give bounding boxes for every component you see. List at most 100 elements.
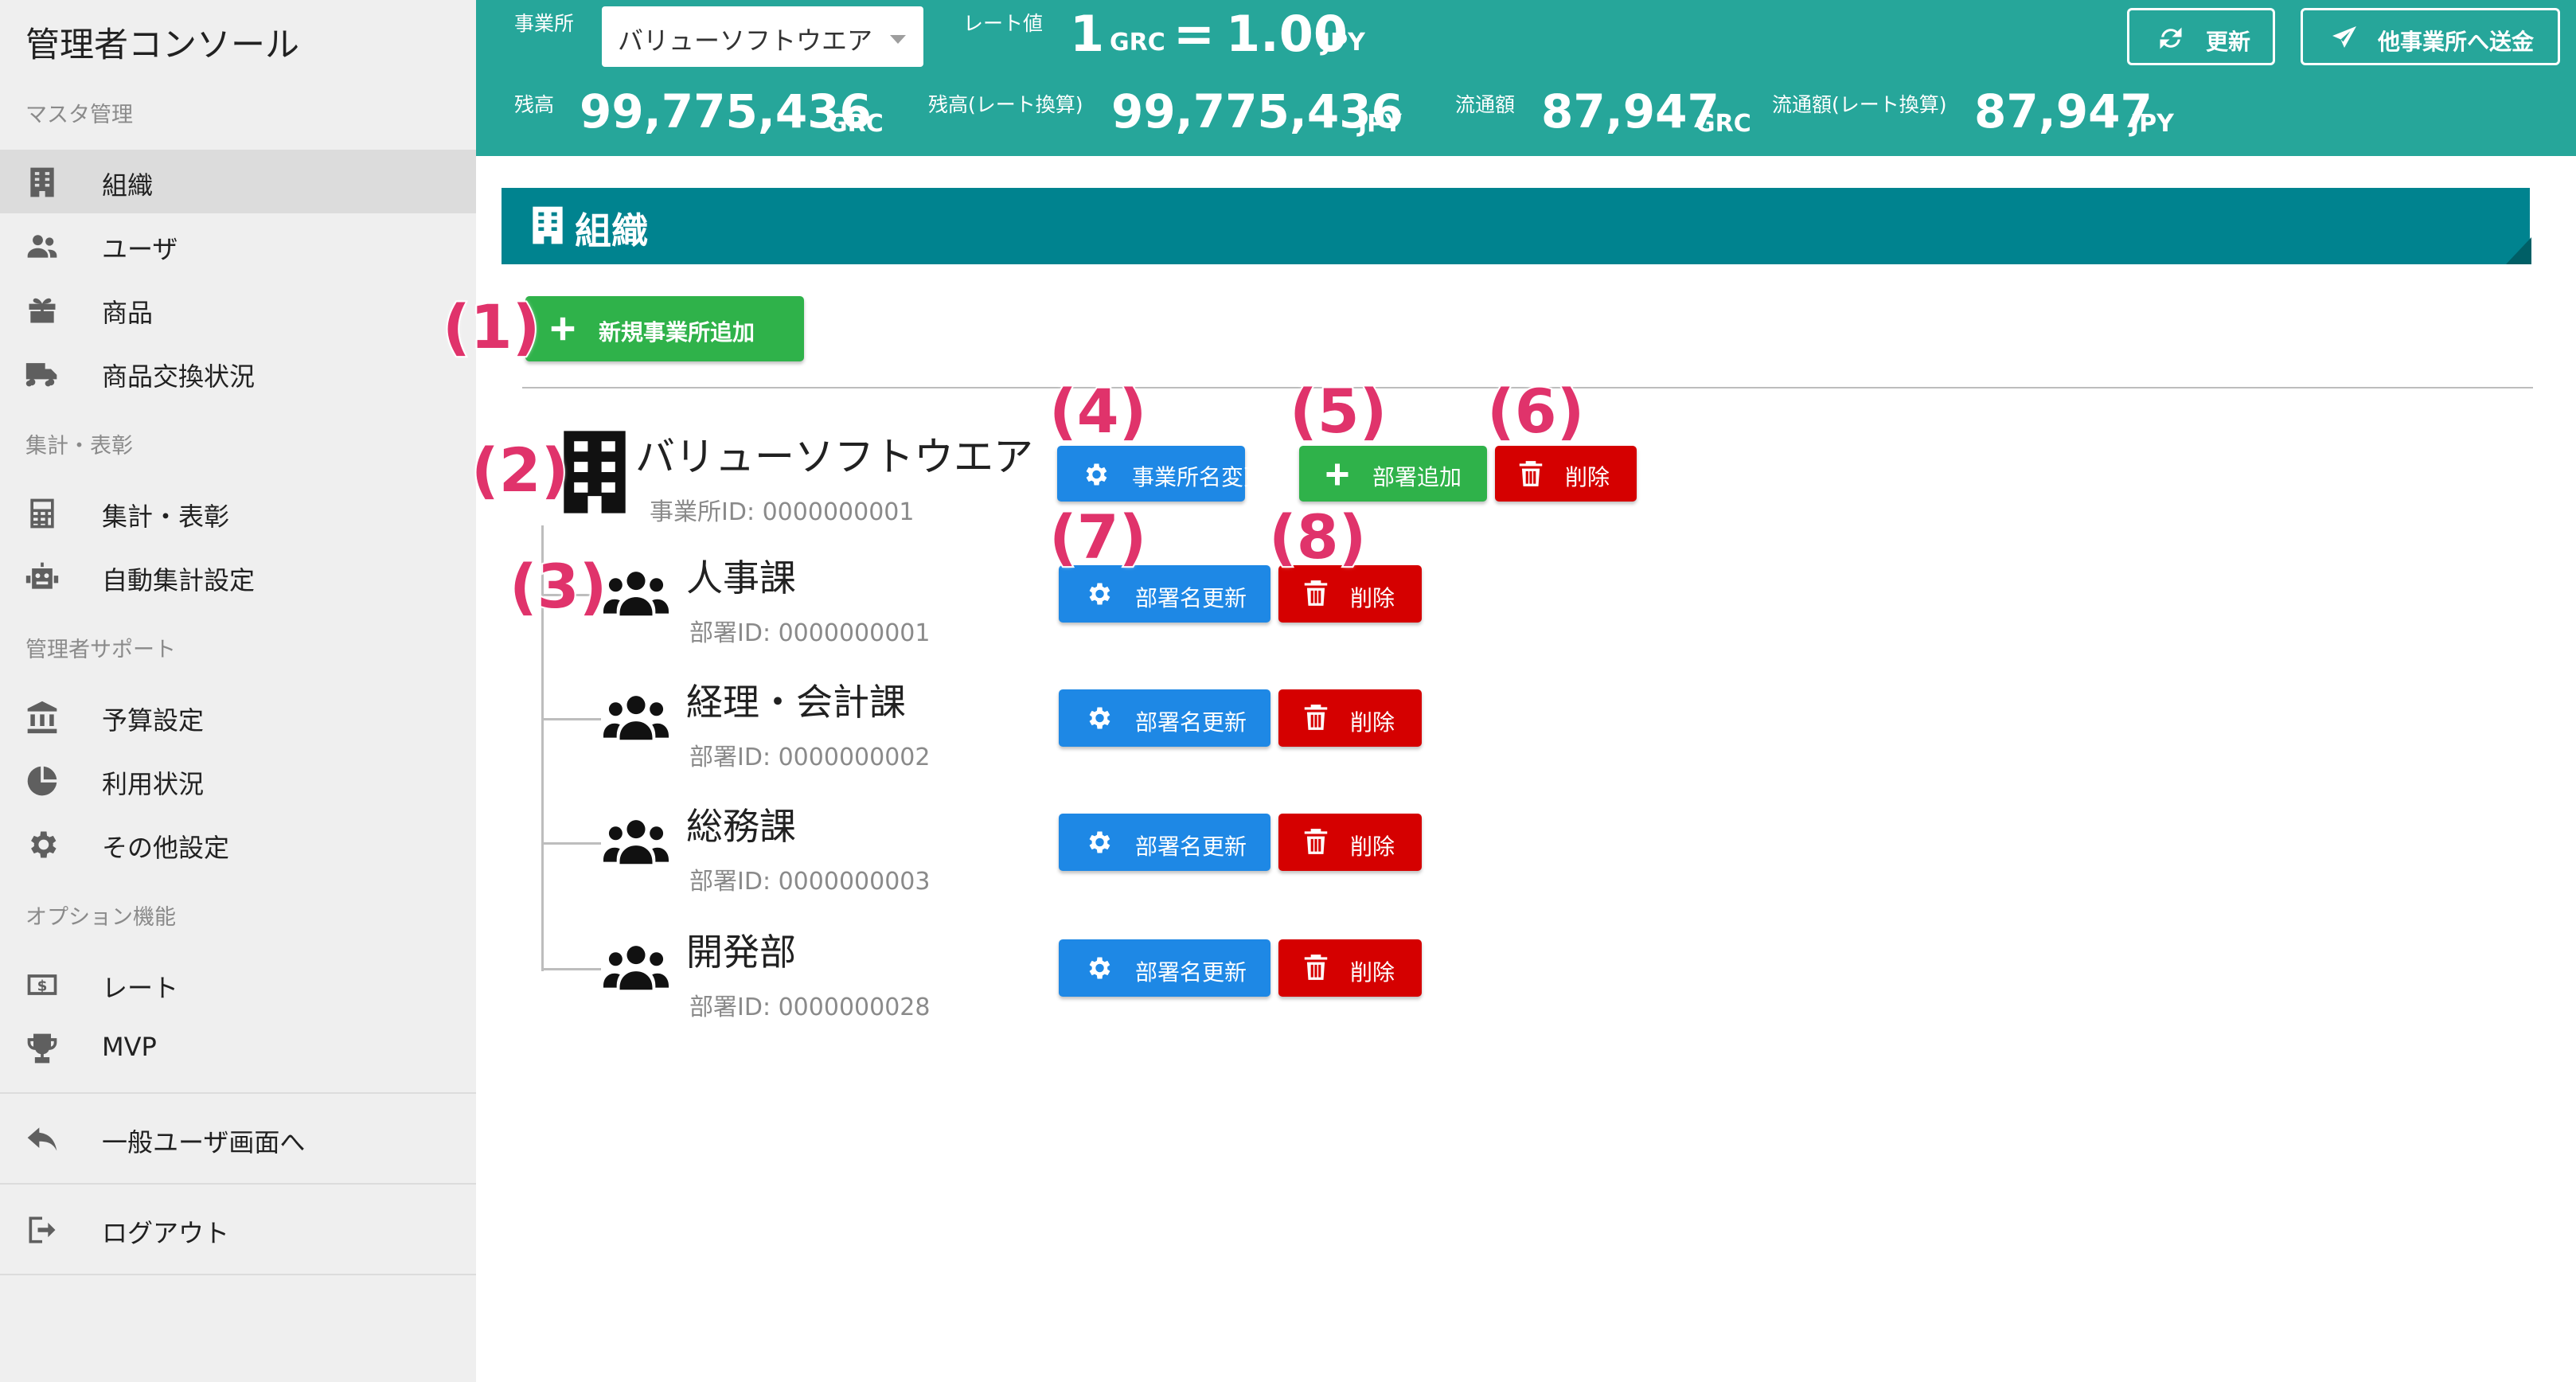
rate-label: レート値: [963, 12, 1044, 35]
circulation-label: 流通額: [1455, 93, 1516, 116]
office-name: バリューソフトウエア: [635, 434, 1033, 480]
trash-icon: [1304, 829, 1328, 854]
circulation-unit: GRC: [1696, 110, 1751, 138]
caret-down-icon: [890, 35, 906, 44]
sidebar-item-budget[interactable]: 予算設定: [0, 685, 476, 748]
department-id: 部署ID: 0000000003: [689, 868, 931, 896]
update-department-button-label: 部署名更新: [1135, 833, 1247, 860]
office-select-value: バリューソフトウエア: [618, 25, 873, 56]
section-header-options: オプション機能: [25, 905, 176, 930]
sidebar-item-to-user-screen[interactable]: 一般ユーザ画面へ: [0, 1107, 476, 1170]
page-header-band: [502, 188, 2530, 264]
sidebar-item-logout[interactable]: ログアウト: [0, 1197, 476, 1261]
page-title: 組織: [575, 209, 648, 252]
calculator-icon: [24, 495, 60, 532]
update-department-button-label: 部署名更新: [1135, 709, 1247, 736]
annotation-label: (8): [1267, 500, 1368, 574]
group-icon: [603, 693, 669, 742]
department-id: 部署ID: 0000000028: [689, 994, 931, 1021]
rename-office-button[interactable]: 事業所名変更: [1057, 446, 1266, 502]
department-name: 経理・会計課: [686, 681, 906, 724]
sidebar-item-label: その他設定: [102, 833, 230, 863]
annotation-label: (6): [1485, 374, 1586, 448]
sidebar-item-mvp[interactable]: MVP: [0, 1016, 476, 1079]
add-office-button[interactable]: 新規事業所追加: [525, 296, 804, 361]
office-select[interactable]: バリューソフトウエア: [602, 6, 923, 67]
sidebar-item-usage[interactable]: 利用状況: [0, 748, 476, 812]
sidebar: 管理者コンソール マスタ管理 組織 ユーザ 商品 商品交換状況 集計・表彰 集計…: [0, 0, 476, 1382]
rate-left-unit: GRC: [1110, 29, 1165, 57]
group-icon: [603, 568, 669, 618]
delete-office-button-label: 削除: [1565, 464, 1610, 490]
sidebar-item-auto-reports[interactable]: 自動集計設定: [0, 545, 476, 608]
delete-department-button-label: 削除: [1350, 585, 1395, 611]
circulation-rate-label: 流通額(レート換算): [1772, 93, 1947, 116]
department-id: 部署ID: 0000000001: [689, 619, 931, 647]
divider: [0, 1092, 476, 1094]
balance-rate-unit: JPY: [1358, 110, 1402, 138]
sidebar-item-label: 自動集計設定: [102, 565, 256, 595]
sidebar-item-label: MVP: [102, 1032, 157, 1062]
delete-department-button[interactable]: 削除: [1278, 814, 1422, 871]
sidebar-item-label: 商品交換状況: [102, 361, 256, 392]
send-button-label: 他事業所へ送金: [2378, 29, 2535, 55]
svg-text:$: $: [37, 978, 48, 994]
delete-department-button-label: 削除: [1350, 959, 1395, 986]
app-title: 管理者コンソール: [25, 25, 299, 65]
top-bar: 事業所 バリューソフトウエア レート値 1 GRC = 1.00 JPY 残高 …: [476, 0, 2576, 156]
sidebar-item-users[interactable]: ユーザ: [0, 213, 476, 277]
sidebar-item-rate[interactable]: $ レート: [0, 952, 476, 1016]
update-department-button[interactable]: 部署名更新: [1059, 939, 1270, 997]
gear-icon: [1086, 463, 1107, 486]
update-department-button[interactable]: 部署名更新: [1059, 565, 1270, 623]
sidebar-item-label: 集計・表彰: [102, 502, 230, 532]
section-header-support: 管理者サポート: [25, 638, 176, 662]
building-icon: [24, 164, 60, 201]
department-name: 開発部: [686, 931, 796, 974]
add-department-button[interactable]: 部署追加: [1299, 446, 1487, 502]
update-department-button[interactable]: 部署名更新: [1059, 814, 1270, 871]
trash-icon: [1304, 705, 1328, 730]
sidebar-item-product-exchange[interactable]: 商品交換状況: [0, 341, 476, 404]
sidebar-item-other-settings[interactable]: その他設定: [0, 812, 476, 876]
refresh-button-label: 更新: [2206, 29, 2251, 55]
robot-icon: [24, 559, 60, 595]
balance-label: 残高: [514, 93, 555, 116]
delete-office-button[interactable]: 削除: [1495, 446, 1637, 502]
gift-icon: [24, 291, 60, 328]
divider: [0, 1183, 476, 1185]
circulation-rate-value: 87,947: [1974, 84, 2153, 139]
plus-icon: [551, 317, 575, 341]
rename-office-button-label: 事業所名変更: [1132, 464, 1267, 490]
reply-icon: [24, 1121, 60, 1158]
group-icon: [603, 817, 669, 866]
divider: [0, 1274, 476, 1275]
gear-icon: [1089, 707, 1110, 729]
logout-icon: [24, 1212, 60, 1248]
trash-icon: [1304, 955, 1328, 980]
gear-icon: [1089, 831, 1110, 853]
sidebar-item-label: レート: [102, 973, 179, 1003]
update-department-button[interactable]: 部署名更新: [1059, 689, 1270, 747]
office-id: 事業所ID: 0000000001: [650, 498, 915, 526]
update-department-button-label: 部署名更新: [1135, 959, 1247, 986]
annotation-label: (5): [1288, 374, 1388, 448]
money-bill-icon: $: [24, 966, 60, 1003]
bank-icon: [24, 699, 60, 736]
send-to-other-office-button[interactable]: 他事業所へ送金: [2301, 8, 2560, 65]
sidebar-item-products[interactable]: 商品: [0, 277, 476, 341]
department-name: 人事課: [686, 556, 796, 599]
update-department-button-label: 部署名更新: [1135, 585, 1247, 611]
gear-icon: [1089, 957, 1110, 979]
add-department-button-label: 部署追加: [1372, 464, 1462, 490]
sidebar-item-reports[interactable]: 集計・表彰: [0, 481, 476, 545]
sidebar-item-organization[interactable]: 組織: [0, 150, 476, 213]
rate-right-unit: JPY: [1321, 29, 1365, 57]
delete-department-button[interactable]: 削除: [1278, 565, 1422, 623]
refresh-button[interactable]: 更新: [2127, 8, 2275, 65]
delete-department-button-label: 削除: [1350, 833, 1395, 860]
rate-left-value: 1: [1070, 5, 1105, 63]
group-icon: [603, 943, 669, 992]
delete-department-button[interactable]: 削除: [1278, 939, 1422, 997]
delete-department-button[interactable]: 削除: [1278, 689, 1422, 747]
